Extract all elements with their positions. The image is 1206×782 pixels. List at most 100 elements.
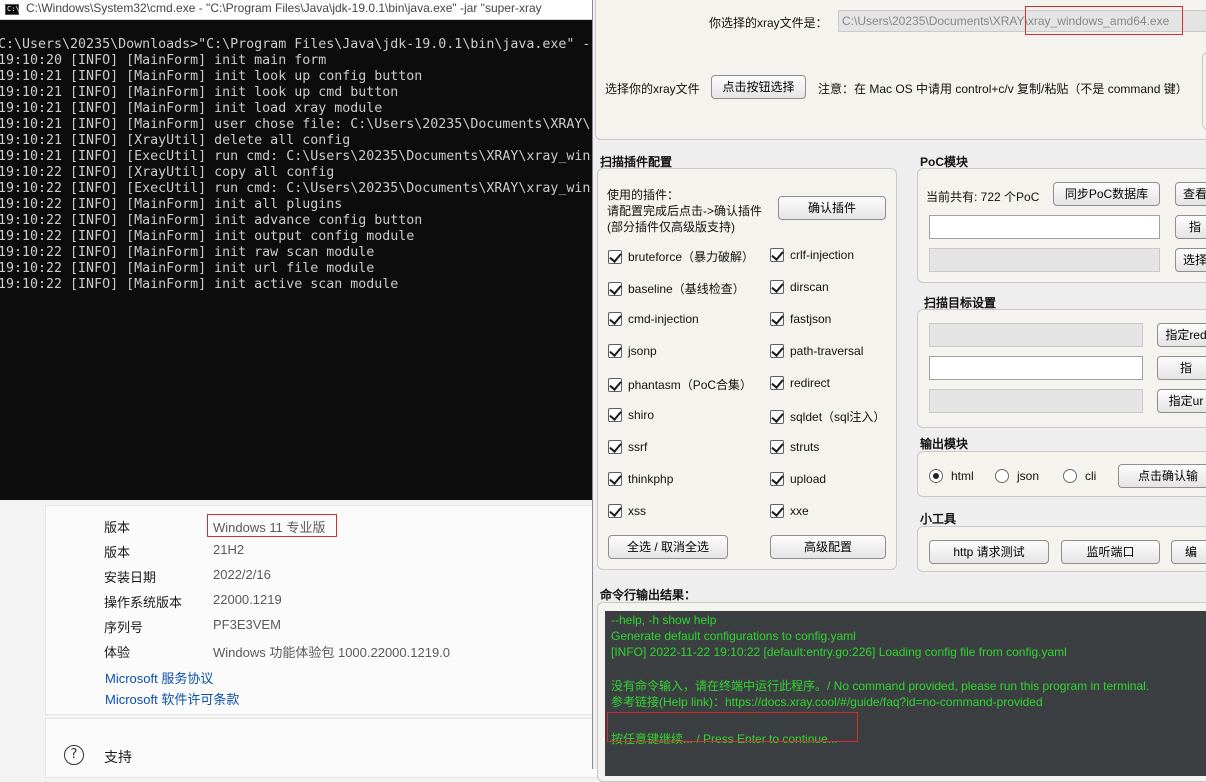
plugin-checkbox[interactable]: thinkphp <box>608 472 673 486</box>
plugin-checkbox[interactable]: jsonp <box>608 344 657 358</box>
cmd-line: 19:10:21 [INFO] [MainForm] user chose fi… <box>0 117 591 132</box>
checkbox-checked-icon <box>608 344 622 358</box>
console-section-title: 命令行输出结果： <box>600 588 697 602</box>
checkbox-checked-icon <box>770 440 784 454</box>
poc-specify-button[interactable]: 指 <box>1175 215 1206 239</box>
cmd-line: 19:10:20 [INFO] [MainForm] init main for… <box>0 53 327 68</box>
target-url-button[interactable]: 指 <box>1157 356 1206 380</box>
console-output[interactable]: --help, -h show help Generate default con… <box>605 611 1206 776</box>
plugin-checkbox[interactable]: crlf-injection <box>770 248 854 262</box>
highlight-box-xray-file <box>1025 6 1183 35</box>
output-radio-cli[interactable]: cli <box>1063 469 1096 483</box>
right-edge-panel <box>1202 52 1206 130</box>
cmd-titlebar[interactable]: C:\ C:\Windows\System32\cmd.exe - "C:\Pr… <box>0 0 592 20</box>
plugin-checkbox[interactable]: upload <box>770 472 826 486</box>
plugin-checkbox[interactable]: struts <box>770 440 819 454</box>
radio-cli-label: cli <box>1085 469 1097 483</box>
checkbox-checked-icon <box>770 312 784 326</box>
plugin-label: sqldet（sql注入） <box>790 410 886 424</box>
plugin-checkbox[interactable]: bruteforce（暴力破解） <box>608 248 754 265</box>
plugin-checkbox[interactable]: cmd-injection <box>608 312 699 326</box>
output-radio-json[interactable]: json <box>995 469 1039 483</box>
choose-xray-label: 选择你的xray文件 <box>605 82 700 96</box>
plugin-label: baseline（基线检查） <box>628 282 745 296</box>
plugin-label: bruteforce（暴力破解） <box>628 250 755 264</box>
confirm-output-button[interactable]: 点击确认输 <box>1118 464 1206 488</box>
edit-button[interactable]: 编 <box>1171 540 1206 564</box>
checkbox-checked-icon <box>770 504 784 518</box>
plugin-checkbox[interactable]: redirect <box>770 376 830 390</box>
plugin-checkbox[interactable]: ssrf <box>608 440 647 454</box>
spec-value-version: 21H2 <box>213 542 245 557</box>
plugin-checkbox[interactable]: xss <box>608 504 646 518</box>
cmd-window[interactable]: C:\ C:\Windows\System32\cmd.exe - "C:\Pr… <box>0 0 592 500</box>
cmd-output: C:\Users\20235\Downloads>"C:\Program Fil… <box>0 37 590 293</box>
cmd-line: 19:10:21 [INFO] [ExecUtil] run cmd: C:\U… <box>0 149 591 164</box>
checkbox-checked-icon <box>770 376 784 390</box>
poc-path-field[interactable] <box>929 248 1160 272</box>
checkbox-checked-icon <box>770 409 784 424</box>
plugin-label: jsonp <box>628 344 657 358</box>
poc-select-button[interactable]: 选择 <box>1175 248 1206 272</box>
highlight-box-edition <box>207 514 337 537</box>
cmd-line: 19:10:22 [INFO] [MainForm] init url file… <box>0 261 375 276</box>
plugin-checkbox[interactable]: shiro <box>608 408 654 422</box>
radio-json-label: json <box>1017 469 1040 483</box>
cmd-line: 19:10:21 [INFO] [MainForm] init look up … <box>0 69 423 84</box>
confirm-plugins-button[interactable]: 确认插件 <box>778 196 886 220</box>
plugin-checkbox[interactable]: xxe <box>770 504 809 518</box>
plugin-label: cmd-injection <box>628 312 699 326</box>
radio-json-circle <box>995 469 1009 483</box>
checkbox-checked-icon <box>608 408 622 422</box>
plugin-checkbox[interactable]: dirscan <box>770 280 829 294</box>
target-redirect-button[interactable]: 指定red <box>1157 323 1206 347</box>
plugin-label: path-traversal <box>790 344 864 358</box>
checkbox-checked-icon <box>608 312 622 326</box>
console-line: 参考链接(Help link)：https://docs.xray.cool/#… <box>611 695 1043 709</box>
select-all-button[interactable]: 全选 / 取消全选 <box>608 535 728 559</box>
cmd-window-title: C:\Windows\System32\cmd.exe - "C:\Progra… <box>26 1 542 15</box>
advanced-config-button[interactable]: 高级配置 <box>770 535 886 559</box>
xray-file-label: 你选择的xray文件是： <box>709 16 828 30</box>
plugin-checkbox[interactable]: fastjson <box>770 312 831 326</box>
spec-label-experience: 体验 <box>104 645 131 660</box>
plugin-label: struts <box>790 440 820 454</box>
cmd-line: 19:10:21 [INFO] [MainForm] init load xra… <box>0 101 383 116</box>
output-radio-html[interactable]: html <box>929 469 974 483</box>
console-line: 没有命令输入，请在终端中运行此程序。/ No command provided,… <box>611 679 1150 693</box>
spec-value-experience: Windows 功能体验包 1000.22000.1219.0 <box>213 645 451 660</box>
poc-input-field[interactable] <box>929 215 1160 239</box>
ms-services-agreement-link[interactable]: Microsoft 服务协议 <box>105 668 213 687</box>
plugin-label: xxe <box>790 504 809 518</box>
choose-xray-button[interactable]: 点击按钮选择 <box>711 75 806 99</box>
view-poc-button[interactable]: 查看 <box>1175 182 1206 206</box>
plugin-checkbox[interactable]: path-traversal <box>770 344 863 358</box>
plugin-label: thinkphp <box>628 472 674 486</box>
target-url-field[interactable] <box>929 356 1143 380</box>
checkbox-checked-icon <box>608 249 622 264</box>
spec-value-serial: PF3E3VEM <box>213 617 281 632</box>
radio-cli-circle <box>1063 469 1077 483</box>
plugins-desc-3: (部分插件仅高级版支持) <box>607 220 735 234</box>
target-url-file-field[interactable] <box>929 389 1143 413</box>
plugin-label: shiro <box>628 408 655 422</box>
checkbox-checked-icon <box>608 281 622 296</box>
checkbox-checked-icon <box>608 377 622 392</box>
http-request-test-button[interactable]: http 请求测试 <box>929 540 1049 564</box>
ms-license-terms-link[interactable]: Microsoft 软件许可条款 <box>105 689 239 708</box>
plugin-label: dirscan <box>790 280 829 294</box>
sync-poc-button[interactable]: 同步PoC数据库 <box>1053 182 1160 206</box>
plugin-checkbox[interactable]: sqldet（sql注入） <box>770 408 885 425</box>
spec-value-install-date: 2022/2/16 <box>213 567 271 582</box>
console-line: Generate default configurations to confi… <box>611 629 856 643</box>
checkbox-checked-icon <box>770 472 784 486</box>
cmd-line: C:\Users\20235\Downloads>"C:\Program Fil… <box>0 37 591 52</box>
plugin-checkbox[interactable]: baseline（基线检查） <box>608 280 745 297</box>
plugin-label: redirect <box>790 376 831 390</box>
target-url-file-button[interactable]: 指定ur <box>1157 389 1206 413</box>
target-redirect-field[interactable] <box>929 323 1143 347</box>
plugin-checkbox[interactable]: phantasm（PoC合集） <box>608 376 752 393</box>
checkbox-checked-icon <box>608 440 622 454</box>
listen-port-button[interactable]: 监听端口 <box>1061 540 1160 564</box>
cmd-line: 19:10:21 [INFO] [XrayUtil] delete all co… <box>0 133 351 148</box>
